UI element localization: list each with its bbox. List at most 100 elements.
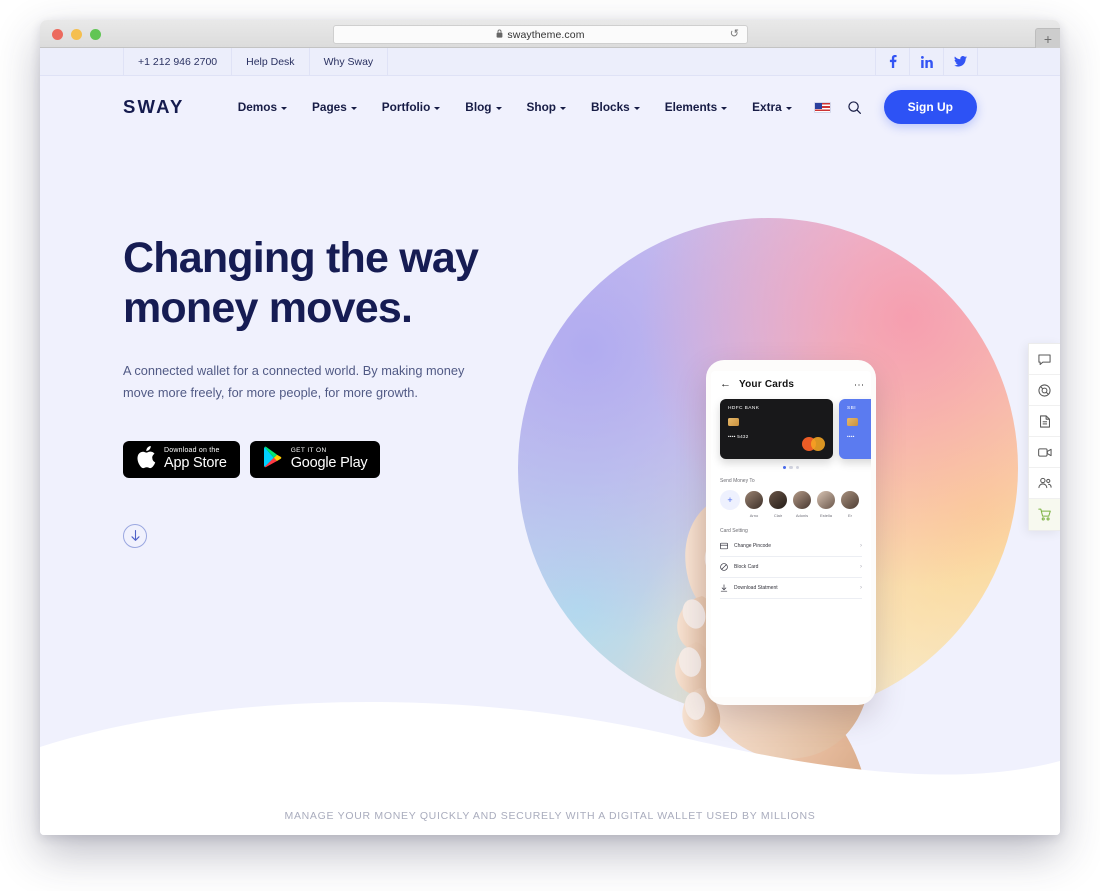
nav-item-label: Elements [664, 100, 718, 114]
close-window-button[interactable] [52, 29, 63, 40]
chevron-down-icon [350, 106, 357, 110]
hero-subtitle: A connected wallet for a connected world… [123, 362, 465, 400]
maximize-window-button[interactable] [90, 29, 101, 40]
chevron-right-icon: › [860, 563, 862, 570]
arrow-down-circle-icon[interactable] [123, 523, 147, 548]
contact-item[interactable]: Estella [816, 490, 836, 518]
minimize-window-button[interactable] [71, 29, 82, 40]
app-store-button[interactable]: Download on the App Store [123, 440, 240, 478]
hero-tagline: MANAGE YOUR MONEY QUICKLY AND SECURELY W… [284, 810, 816, 822]
nav-item-label: Extra [752, 100, 782, 114]
nav-item-label: Blocks [591, 100, 630, 114]
page-content: +1 212 946 2700 Help Desk Why Sway SWAY … [40, 48, 1060, 835]
cards-carousel[interactable]: HDFC BANK •••• 5432 SBI •••• [720, 399, 871, 459]
phone-app-header: ← Your Cards ⋮ [720, 379, 864, 391]
floating-side-toolbar [1028, 343, 1060, 531]
topbar-links: +1 212 946 2700 Help Desk Why Sway [123, 48, 389, 75]
setting-row-change-pincode[interactable]: Change Pincode › [720, 536, 862, 557]
new-tab-button[interactable]: + [1035, 28, 1060, 48]
chevron-down-icon [495, 106, 502, 110]
back-arrow-icon[interactable]: ← [720, 379, 731, 390]
bank-card-name: HDFC BANK [728, 406, 760, 411]
nav-item-shop[interactable]: Shop [527, 100, 567, 114]
sign-up-button[interactable]: Sign Up [883, 90, 977, 124]
phone-screen: ← Your Cards ⋮ HDFC BANK •••• 5432 SBI •… [711, 371, 871, 697]
bank-card-name: SBI [847, 406, 856, 411]
chevron-down-icon [721, 106, 728, 110]
card-chip-icon [847, 418, 858, 426]
card-setting-label: Card Setting [720, 527, 748, 534]
contact-item[interactable]: Adonis [792, 490, 812, 518]
hero-section: Changing the way money moves. A connecte… [40, 138, 1060, 835]
address-bar[interactable]: swaytheme.com ↺ [333, 25, 748, 44]
contact-name: Er [848, 512, 852, 518]
avatar [840, 490, 860, 511]
search-icon[interactable] [847, 100, 861, 114]
nav-item-pages[interactable]: Pages [312, 100, 357, 114]
contact-item[interactable]: Er [840, 490, 860, 518]
chevron-right-icon: › [860, 542, 862, 549]
contact-name: Adonis [795, 512, 809, 518]
plus-icon: + [720, 490, 740, 511]
nav-item-elements[interactable]: Elements [664, 100, 728, 114]
setting-row-download-statement[interactable]: Download Statment › [720, 578, 862, 599]
google-play-button[interactable]: GET IT ON Google Play [249, 440, 381, 478]
contact-item[interactable]: Arno [744, 490, 764, 518]
carousel-pager[interactable] [720, 466, 862, 470]
card-chip-icon [728, 418, 739, 426]
hero-text-block: Changing the way money moves. A connecte… [123, 233, 543, 548]
avatar [792, 490, 812, 511]
shopping-cart-icon[interactable] [1029, 499, 1060, 530]
google-play-small-label: GET IT ON [290, 446, 327, 454]
phone-body: ← Your Cards ⋮ HDFC BANK •••• 5432 SBI •… [706, 360, 876, 705]
pager-dot[interactable] [782, 466, 787, 470]
nav-item-blog[interactable]: Blog [465, 100, 502, 114]
us-flag-icon[interactable] [813, 101, 831, 113]
apple-icon [136, 445, 156, 474]
pager-dot[interactable] [795, 466, 800, 470]
nav-item-blocks[interactable]: Blocks [591, 100, 640, 114]
bank-card-secondary[interactable]: SBI •••• [839, 399, 871, 459]
site-logo[interactable]: SWAY [123, 96, 185, 118]
topbar-item-help-desk[interactable]: Help Desk [231, 48, 310, 75]
more-vertical-icon[interactable]: ⋮ [853, 380, 864, 390]
hero-title-line-2: money moves. [123, 284, 413, 333]
chevron-down-icon [281, 106, 288, 110]
document-icon[interactable] [1029, 406, 1060, 437]
video-camera-icon[interactable] [1029, 437, 1060, 468]
pager-dot[interactable] [789, 466, 793, 470]
hero-title-line-1: Changing the way [123, 234, 479, 282]
linkedin-icon[interactable] [909, 48, 943, 75]
chevron-right-icon: › [860, 584, 862, 591]
nav-item-portfolio[interactable]: Portfolio [382, 100, 441, 114]
window-controls[interactable] [52, 29, 101, 40]
nav-item-label: Shop [526, 100, 557, 114]
top-utility-bar: +1 212 946 2700 Help Desk Why Sway [40, 48, 1060, 76]
contact-name: Clair [773, 512, 783, 518]
nav-links: Demos Pages Portfolio Blog Shop Blocks E… [238, 100, 792, 114]
nav-item-demos[interactable]: Demos [238, 100, 288, 114]
topbar-spacer [387, 48, 875, 75]
support-icon[interactable] [1029, 375, 1060, 406]
people-icon[interactable] [1029, 468, 1060, 499]
facebook-icon[interactable] [875, 48, 909, 75]
add-contact-button[interactable]: + [720, 490, 740, 511]
block-icon [720, 563, 728, 571]
lock-icon [496, 29, 503, 40]
twitter-icon[interactable] [943, 48, 977, 75]
topbar-social-links [875, 48, 977, 75]
reload-icon[interactable]: ↺ [730, 29, 739, 40]
contact-item[interactable]: Clair [768, 490, 788, 518]
chat-bubble-icon[interactable] [1029, 344, 1060, 375]
app-store-big-label: App Store [164, 455, 227, 472]
nav-item-extra[interactable]: Extra [752, 100, 792, 114]
main-navigation: SWAY Demos Pages Portfolio Blog Shop Blo… [40, 76, 1060, 138]
card-icon [720, 542, 728, 550]
google-play-big-label: Google Play [290, 455, 368, 472]
bank-card-primary[interactable]: HDFC BANK •••• 5432 [720, 399, 833, 459]
setting-row-block-card[interactable]: Block Card › [720, 557, 862, 578]
topbar-item-why-sway[interactable]: Why Sway [308, 48, 389, 75]
topbar-item-phone[interactable]: +1 212 946 2700 [123, 48, 233, 75]
google-play-label: GET IT ON Google Play [290, 446, 368, 472]
download-icon [720, 584, 728, 592]
